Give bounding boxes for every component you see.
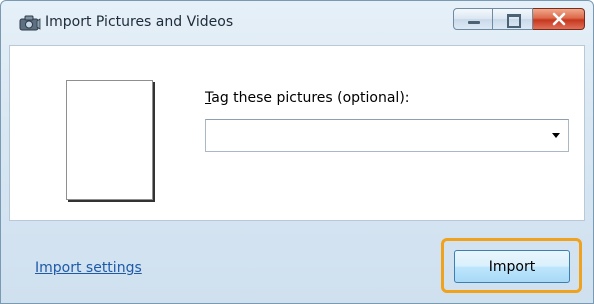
picture-thumbnail [66,80,153,200]
import-settings-link[interactable]: Import settings [35,260,142,276]
camera-icon [19,15,41,31]
minimize-button[interactable] [453,8,493,30]
tag-combobox[interactable] [205,119,569,152]
tag-label-text: ag these pictures (optional): [211,90,410,106]
minimize-icon [468,21,480,24]
close-icon [533,9,585,29]
chevron-down-icon[interactable] [552,133,560,138]
maximize-icon [507,14,521,28]
maximize-button[interactable] [493,8,533,30]
window-title: Import Pictures and Videos [45,14,234,30]
tag-label: Tag these pictures (optional): [205,90,410,106]
import-button[interactable]: Import [454,250,570,283]
title-bar[interactable]: Import Pictures and Videos [1,1,593,45]
close-button[interactable] [533,8,585,30]
